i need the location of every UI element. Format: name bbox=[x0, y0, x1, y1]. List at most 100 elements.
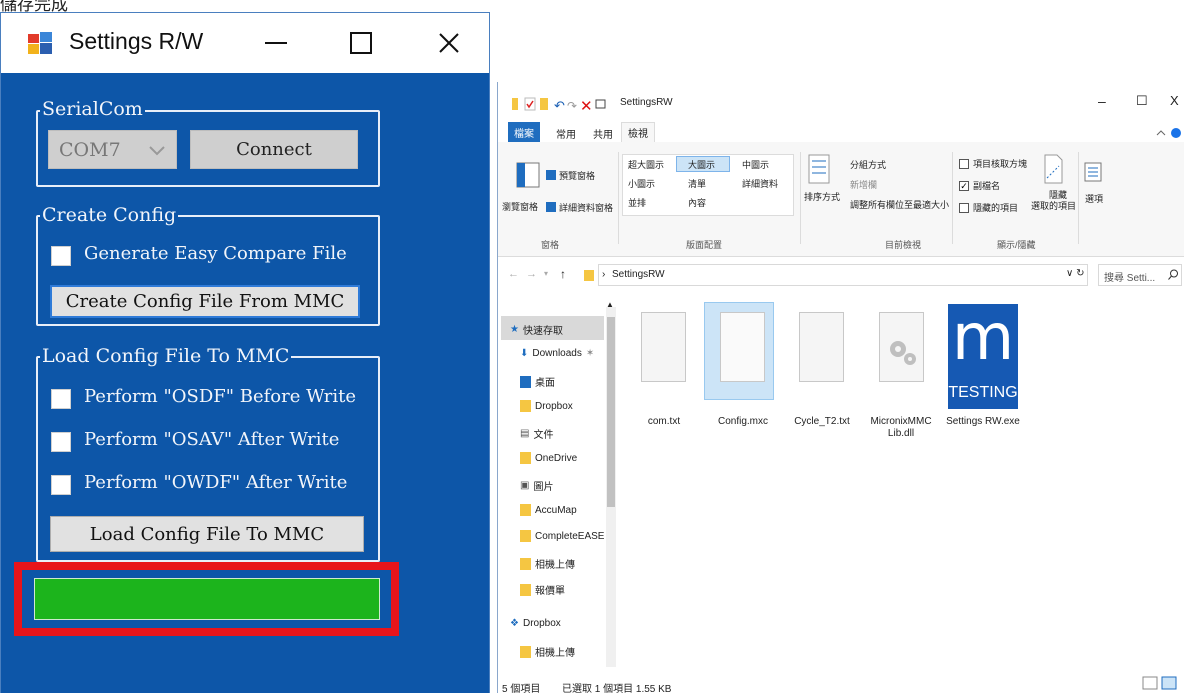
nav-item-quick-access[interactable]: ★ 快速存取 bbox=[510, 322, 563, 337]
quick-access-toolbar-icon[interactable]: ↶ ↷ ✕ bbox=[512, 95, 612, 113]
file-com-txt[interactable]: com.txt bbox=[624, 416, 704, 427]
hide-selected-icon[interactable] bbox=[1043, 154, 1063, 184]
file-settings-rw-exe[interactable]: Settings RW.exe bbox=[938, 416, 1028, 427]
nav-item-dropbox[interactable]: Dropbox bbox=[520, 400, 573, 412]
folder-icon bbox=[520, 530, 531, 542]
nav-scrollbar-thumb[interactable] bbox=[607, 317, 615, 507]
window-title: Settings R/W bbox=[69, 28, 204, 54]
address-dropdown-icon[interactable]: ∨ ↻ bbox=[1066, 268, 1084, 279]
group-by-button[interactable]: 分組方式 bbox=[850, 158, 886, 171]
tab-file[interactable]: 檔案 bbox=[508, 122, 540, 142]
hidden-items-label: 隱藏的項目 bbox=[973, 203, 1019, 213]
pin-icon: ✶ bbox=[585, 348, 595, 359]
nav-item-desktop[interactable]: 桌面 bbox=[520, 374, 555, 389]
nav-scroll-up-icon[interactable]: ▲ bbox=[606, 300, 614, 309]
details-pane-button[interactable]: 詳細資料窗格 bbox=[559, 201, 613, 214]
star-icon: ★ bbox=[510, 324, 519, 335]
explorer-maximize-button[interactable]: ☐ bbox=[1136, 93, 1148, 109]
item-checkboxes-checkbox[interactable] bbox=[959, 159, 969, 169]
serialcom-group-title: SerialCom bbox=[40, 98, 145, 120]
folder-icon bbox=[520, 583, 531, 596]
ribbon-collapse-icon[interactable] bbox=[1156, 127, 1182, 139]
preview-pane-button[interactable]: 預覽窗格 bbox=[559, 169, 595, 182]
create-config-button[interactable]: Create Config File From MMC bbox=[50, 285, 360, 318]
file-cycle-t2-txt[interactable]: Cycle_T2.txt bbox=[782, 416, 862, 427]
sort-by-label[interactable]: 排序方式 bbox=[804, 190, 840, 203]
explorer-minimize-button[interactable]: – bbox=[1098, 93, 1106, 109]
address-arrow: › bbox=[602, 269, 606, 280]
hide-selected-label-2[interactable]: 選取的項目 bbox=[1031, 199, 1076, 212]
osdf-label: Perform "OSDF" Before Write bbox=[84, 386, 357, 407]
preview-pane-icon bbox=[546, 170, 556, 180]
layout-list[interactable]: 清單 bbox=[688, 177, 706, 190]
forward-button[interactable]: → bbox=[526, 268, 537, 280]
layout-content[interactable]: 內容 bbox=[688, 196, 706, 209]
easy-compare-checkbox[interactable] bbox=[51, 246, 71, 266]
nav-item-quotes[interactable]: 報價單 bbox=[520, 582, 565, 597]
port-select[interactable]: COM7 bbox=[48, 130, 177, 169]
address-bar[interactable] bbox=[598, 264, 1088, 286]
view-toggle-icon[interactable] bbox=[1142, 676, 1180, 690]
tab-view[interactable]: 檢視 bbox=[621, 122, 655, 142]
nav-pane-icon[interactable] bbox=[516, 162, 540, 188]
maximize-button[interactable] bbox=[331, 13, 391, 73]
nav-item-pictures[interactable]: ▣ 圖片 bbox=[520, 478, 553, 493]
layout-medium[interactable]: 中圖示 bbox=[742, 158, 769, 171]
search-icon bbox=[1168, 269, 1178, 280]
size-all-columns-button[interactable]: 調整所有欄位至最適大小 bbox=[850, 198, 949, 211]
hidden-items-checkbox[interactable] bbox=[959, 203, 969, 213]
file-config-mxc[interactable]: Config.mxc bbox=[703, 416, 783, 427]
nav-item-downloads[interactable]: ⬇ Downloads ✶ bbox=[520, 348, 594, 359]
sort-by-icon[interactable] bbox=[808, 154, 830, 184]
chevron-down-icon bbox=[149, 146, 165, 156]
layout-small[interactable]: 小圖示 bbox=[628, 177, 655, 190]
layout-details[interactable]: 詳細資料 bbox=[742, 177, 778, 190]
nav-item-camera-uploads[interactable]: 相機上傳 bbox=[520, 556, 575, 571]
file-micronix-dll[interactable]: MicronixMMCLib.dll bbox=[868, 416, 934, 440]
download-icon: ⬇ bbox=[520, 348, 529, 359]
layout-tiles[interactable]: 並排 bbox=[628, 196, 646, 209]
nav-item-documents[interactable]: ▤ 文件 bbox=[520, 426, 553, 441]
nav-item-accumap[interactable]: AccuMap bbox=[520, 504, 577, 516]
extensions-checkbox[interactable]: ✓ bbox=[959, 181, 969, 191]
recent-dropdown[interactable]: ▾ bbox=[544, 269, 548, 278]
ribbon-separator bbox=[1078, 152, 1079, 244]
title-bar[interactable]: Settings R/W bbox=[1, 13, 489, 73]
owdf-checkbox[interactable] bbox=[51, 475, 71, 495]
tab-share[interactable]: 共用 bbox=[593, 126, 613, 141]
text-file-icon bbox=[799, 312, 844, 382]
minimize-button[interactable] bbox=[246, 13, 306, 73]
options-icon[interactable] bbox=[1084, 162, 1102, 182]
minimize-icon bbox=[265, 42, 287, 44]
nav-pane-label[interactable]: 瀏覽窗格 bbox=[502, 200, 538, 213]
pane-group-label: 窗格 bbox=[541, 240, 560, 250]
connect-button[interactable]: Connect bbox=[190, 130, 358, 169]
file-icon bbox=[720, 312, 765, 382]
desktop-icon bbox=[520, 375, 531, 388]
svg-text:↷: ↷ bbox=[567, 99, 577, 113]
layout-group-label: 版面配置 bbox=[686, 240, 723, 250]
close-icon bbox=[439, 33, 459, 53]
ribbon-separator bbox=[800, 152, 801, 244]
nav-item-camera-uploads-2[interactable]: 相機上傳 bbox=[520, 644, 575, 659]
load-config-button[interactable]: Load Config File To MMC bbox=[50, 516, 364, 552]
layout-extra-large[interactable]: 超大圖示 bbox=[628, 158, 664, 171]
folder-icon bbox=[584, 270, 594, 281]
back-button[interactable]: ← bbox=[508, 268, 519, 280]
layout-large[interactable]: 大圖示 bbox=[688, 158, 715, 171]
nav-item-dropbox-root[interactable]: ❖ Dropbox bbox=[510, 618, 561, 629]
close-button[interactable] bbox=[419, 13, 479, 73]
tab-home[interactable]: 常用 bbox=[556, 126, 576, 141]
osav-checkbox[interactable] bbox=[51, 432, 71, 452]
add-columns-button[interactable]: 新增欄 bbox=[850, 178, 877, 191]
nav-item-completeease[interactable]: CompleteEASE bbox=[520, 530, 604, 542]
nav-item-onedrive[interactable]: OneDrive bbox=[520, 452, 577, 464]
osdf-checkbox[interactable] bbox=[51, 389, 71, 409]
svg-text:✕: ✕ bbox=[580, 97, 593, 113]
view-group-label: 目前檢視 bbox=[885, 240, 922, 250]
up-button[interactable]: ↑ bbox=[560, 267, 566, 281]
options-label[interactable]: 選項 bbox=[1085, 192, 1103, 205]
address-crumb[interactable]: SettingsRW bbox=[612, 269, 665, 280]
explorer-close-button[interactable]: X bbox=[1170, 93, 1179, 108]
maximize-icon bbox=[350, 32, 372, 54]
